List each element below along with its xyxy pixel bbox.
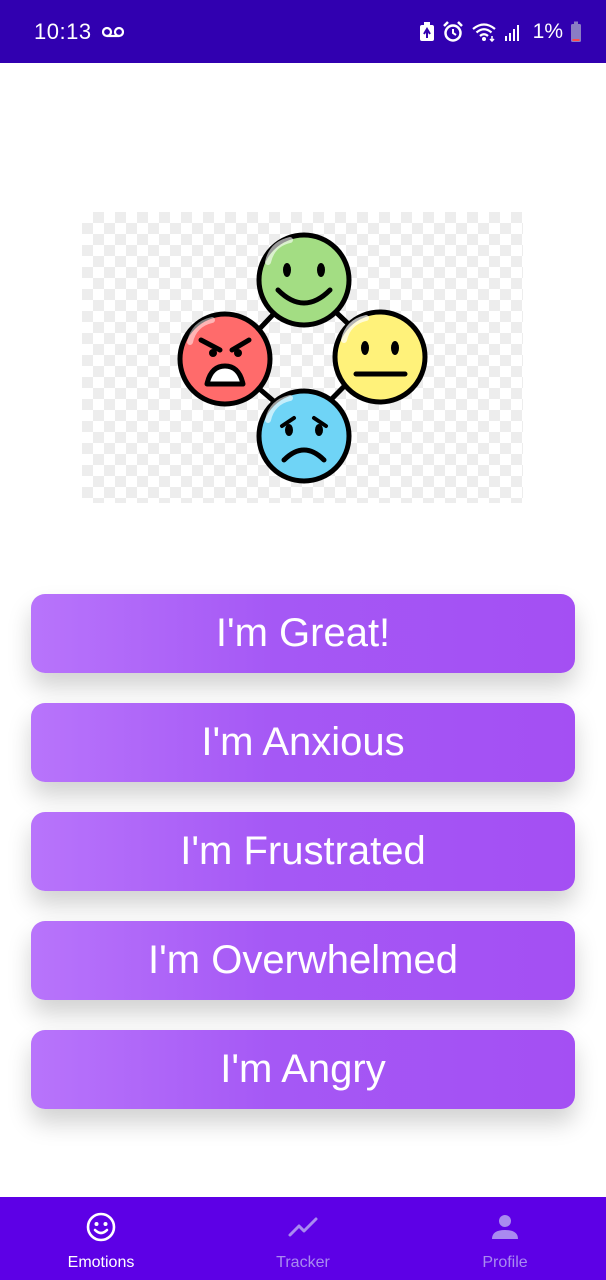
neutral-face-icon	[332, 309, 428, 405]
nav-item-tracker[interactable]: Tracker	[202, 1197, 404, 1280]
angry-button[interactable]: I'm Angry	[31, 1030, 575, 1109]
angry-face-icon	[177, 311, 273, 407]
bottom-navigation: Emotions Tracker Profile	[0, 1197, 606, 1280]
nav-label-emotions: Emotions	[67, 1254, 135, 1271]
battery-percent: 1%	[532, 19, 563, 43]
nav-label-tracker: Tracker	[276, 1254, 330, 1271]
wifi-icon	[471, 22, 497, 42]
emotion-button-list: I'm Great! I'm Anxious I'm Frustrated I'…	[31, 594, 575, 1139]
emotions-illustration	[82, 212, 523, 503]
status-icons: 1%	[419, 20, 582, 44]
overwhelmed-button[interactable]: I'm Overwhelmed	[31, 921, 575, 1000]
nav-item-emotions[interactable]: Emotions	[0, 1197, 202, 1280]
happy-face-icon	[256, 232, 352, 328]
status-time: 10:13	[34, 18, 92, 44]
nav-item-profile[interactable]: Profile	[404, 1197, 606, 1280]
battery-icon	[570, 21, 582, 43]
status-bar: 10:13 1%	[0, 0, 606, 63]
sad-face-icon	[256, 388, 352, 484]
alarm-icon	[442, 20, 464, 43]
voicemail-icon	[101, 26, 124, 38]
great-button[interactable]: I'm Great!	[31, 594, 575, 673]
battery-saver-icon	[419, 21, 435, 42]
trend-line-icon	[287, 1211, 319, 1248]
nav-label-profile: Profile	[482, 1254, 528, 1271]
person-icon	[489, 1211, 521, 1248]
signal-icon	[504, 22, 522, 42]
anxious-button[interactable]: I'm Anxious	[31, 703, 575, 782]
smiley-icon	[85, 1211, 117, 1248]
frustrated-button[interactable]: I'm Frustrated	[31, 812, 575, 891]
